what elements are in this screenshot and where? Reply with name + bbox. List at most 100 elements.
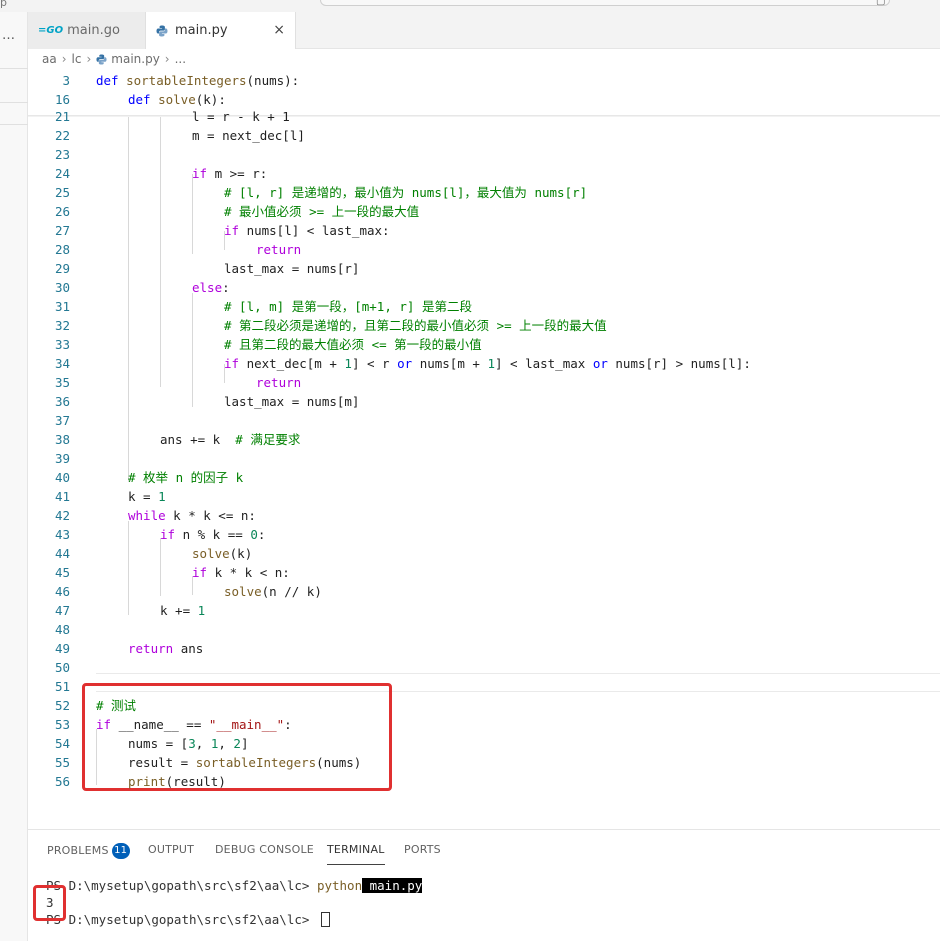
problems-count-badge: 11 — [111, 843, 130, 859]
line-number: 45 — [54, 565, 70, 580]
code-line[interactable]: 26 # 最小值必须 >= 上一段的最大值 — [28, 202, 940, 221]
line-number: 43 — [54, 527, 70, 542]
tab-ports[interactable]: PORTS — [404, 843, 441, 856]
tab-label: PROBLEMS — [47, 844, 109, 857]
code-line[interactable]: 34 if next_dec[m + 1] < r or nums[m + 1] … — [28, 354, 940, 373]
code-line[interactable]: 27 if nums[l] < last_max: — [28, 221, 940, 240]
tab-label: main.go — [67, 23, 120, 38]
divider — [0, 68, 28, 69]
tab-problems[interactable]: PROBLEMS 11 — [47, 843, 130, 859]
editor-tab-bar: =GO main.go main.py × — [28, 12, 940, 49]
code-text: print(result) — [128, 774, 226, 789]
line-number: 44 — [54, 546, 70, 561]
code-line[interactable]: 46 solve(n // k) — [28, 582, 940, 601]
code-text: if next_dec[m + 1] < r or nums[m + 1] < … — [224, 356, 751, 371]
code-text: if __name__ == "__main__": — [96, 717, 292, 732]
line-number: 33 — [54, 337, 70, 352]
terminal-line[interactable]: PS D:\mysetup\gopath\src\sf2\aa\lc> — [46, 912, 330, 927]
annotation-box-output — [33, 885, 66, 921]
code-line[interactable]: 41 k = 1 — [28, 487, 940, 506]
code-line[interactable]: 24 if m >= r: — [28, 164, 940, 183]
tab-terminal[interactable]: TERMINAL — [327, 843, 385, 865]
code-text: if m >= r: — [192, 166, 268, 181]
code-line[interactable]: 32 # 第二段必须是递增的，且第二段的最小值必须 >= 上一段的最大值 — [28, 316, 940, 335]
code-text: # [l, m] 是第一段，[m+1, r] 是第二段 — [224, 299, 472, 314]
line-number: 32 — [54, 318, 70, 333]
line-number: 30 — [54, 280, 70, 295]
line-number: 51 — [54, 679, 70, 694]
code-line[interactable]: 50 — [28, 658, 940, 677]
code-line[interactable]: 39 — [28, 449, 940, 468]
breadcrumb-item-lc[interactable]: lc — [72, 52, 82, 66]
code-line[interactable]: 43 if n % k == 0: — [28, 525, 940, 544]
code-text: # [l, r] 是递增的，最小值为 nums[l]，最大值为 nums[r] — [224, 185, 588, 200]
line-number: 54 — [54, 736, 70, 751]
line-number: 27 — [54, 223, 70, 238]
line-number: 34 — [54, 356, 70, 371]
code-editor[interactable]: 3 def sortableIntegers(nums): 16 def solve(… — [28, 69, 940, 829]
code-text: if nums[l] < last_max: — [224, 223, 390, 238]
code-line[interactable]: 49 return ans — [28, 639, 940, 658]
code-line[interactable]: 3 def sortableIntegers(nums): — [28, 71, 940, 90]
terminal-prompt: PS D:\mysetup\gopath\src\sf2\aa\lc> — [46, 878, 317, 893]
terminal-cursor — [320, 912, 330, 927]
line-number: 29 — [54, 261, 70, 276]
code-text: return — [256, 375, 302, 390]
code-line[interactable]: 40 # 枚举 n 的因子 k — [28, 468, 940, 487]
breadcrumb: aa › lc › main.py › ... — [28, 49, 940, 69]
line-number: 22 — [54, 128, 70, 143]
line-number: 39 — [54, 451, 70, 466]
code-line[interactable]: 30 else: — [28, 278, 940, 297]
code-line[interactable]: 23 — [28, 145, 940, 164]
bottom-panel: PROBLEMS 11 OUTPUT DEBUG CONSOLE TERMINAL… — [28, 829, 940, 941]
code-line[interactable]: 55 result = sortableIntegers(nums) — [28, 753, 940, 772]
code-line[interactable]: 54 nums = [3, 1, 2] — [28, 734, 940, 753]
title-bar: p ▢ — [0, 0, 940, 12]
code-line[interactable]: 35 return — [28, 373, 940, 392]
code-line[interactable]: 38 ans += k # 满足要求 — [28, 430, 940, 449]
code-line[interactable]: 28 return — [28, 240, 940, 259]
terminal-line: PS D:\mysetup\gopath\src\sf2\aa\lc> pyth… — [46, 878, 423, 893]
code-line[interactable]: 42 while k * k <= n: — [28, 506, 940, 525]
code-line[interactable]: 31 # [l, m] 是第一段，[m+1, r] 是第二段 — [28, 297, 940, 316]
breadcrumb-item-aa[interactable]: aa — [42, 52, 57, 66]
breadcrumb-item-file[interactable]: main.py — [111, 52, 160, 66]
code-line[interactable]: 21 l = r - k + 1 — [28, 107, 940, 126]
window-controls-icon[interactable]: ▢ — [876, 0, 892, 8]
tab-main-go[interactable]: =GO main.go — [28, 12, 146, 49]
code-line[interactable]: 22 m = next_dec[l] — [28, 126, 940, 145]
code-line[interactable]: 36 last_max = nums[m] — [28, 392, 940, 411]
code-text: solve(k) — [192, 546, 253, 561]
code-line[interactable]: 53 if __name__ == "__main__": — [28, 715, 940, 734]
code-line[interactable]: 44 solve(k) — [28, 544, 940, 563]
tab-debug-console[interactable]: DEBUG CONSOLE — [215, 843, 314, 856]
close-icon[interactable]: × — [273, 22, 285, 38]
line-number: 35 — [54, 375, 70, 390]
code-line[interactable]: 29 last_max = nums[r] — [28, 259, 940, 278]
code-line[interactable]: 51 — [28, 677, 940, 696]
code-line[interactable]: 56 print(result) — [28, 772, 940, 791]
code-text: k = 1 — [128, 489, 166, 504]
breadcrumb-item-more[interactable]: ... — [175, 52, 186, 66]
code-line[interactable]: 33 # 且第二段的最大值必须 <= 第一段的最小值 — [28, 335, 940, 354]
code-text: return ans — [128, 641, 204, 656]
code-line[interactable]: 47 k += 1 — [28, 601, 940, 620]
line-number: 46 — [54, 584, 70, 599]
code-line[interactable]: 52 # 测试 — [28, 696, 940, 715]
chevron-right-icon: › — [86, 52, 92, 66]
tab-main-py[interactable]: main.py × — [146, 12, 296, 49]
go-icon: =GO — [38, 25, 64, 36]
line-number: 56 — [54, 774, 70, 789]
command-center[interactable] — [320, 0, 890, 6]
line-number: 23 — [54, 147, 70, 162]
code-line[interactable]: 37 — [28, 411, 940, 430]
code-line[interactable]: 25 # [l, r] 是递增的，最小值为 nums[l]，最大值为 nums[r… — [28, 183, 940, 202]
code-line[interactable]: 48 — [28, 620, 940, 639]
code-text: def sortableIntegers(nums): — [96, 73, 300, 88]
python-icon — [156, 25, 168, 36]
code-line[interactable]: 45 if k * k < n: — [28, 563, 940, 582]
more-actions-icon[interactable]: … — [2, 28, 16, 43]
tab-output[interactable]: OUTPUT — [148, 843, 194, 856]
divider — [0, 102, 28, 103]
terminal-prompt: PS D:\mysetup\gopath\src\sf2\aa\lc> — [46, 912, 317, 927]
